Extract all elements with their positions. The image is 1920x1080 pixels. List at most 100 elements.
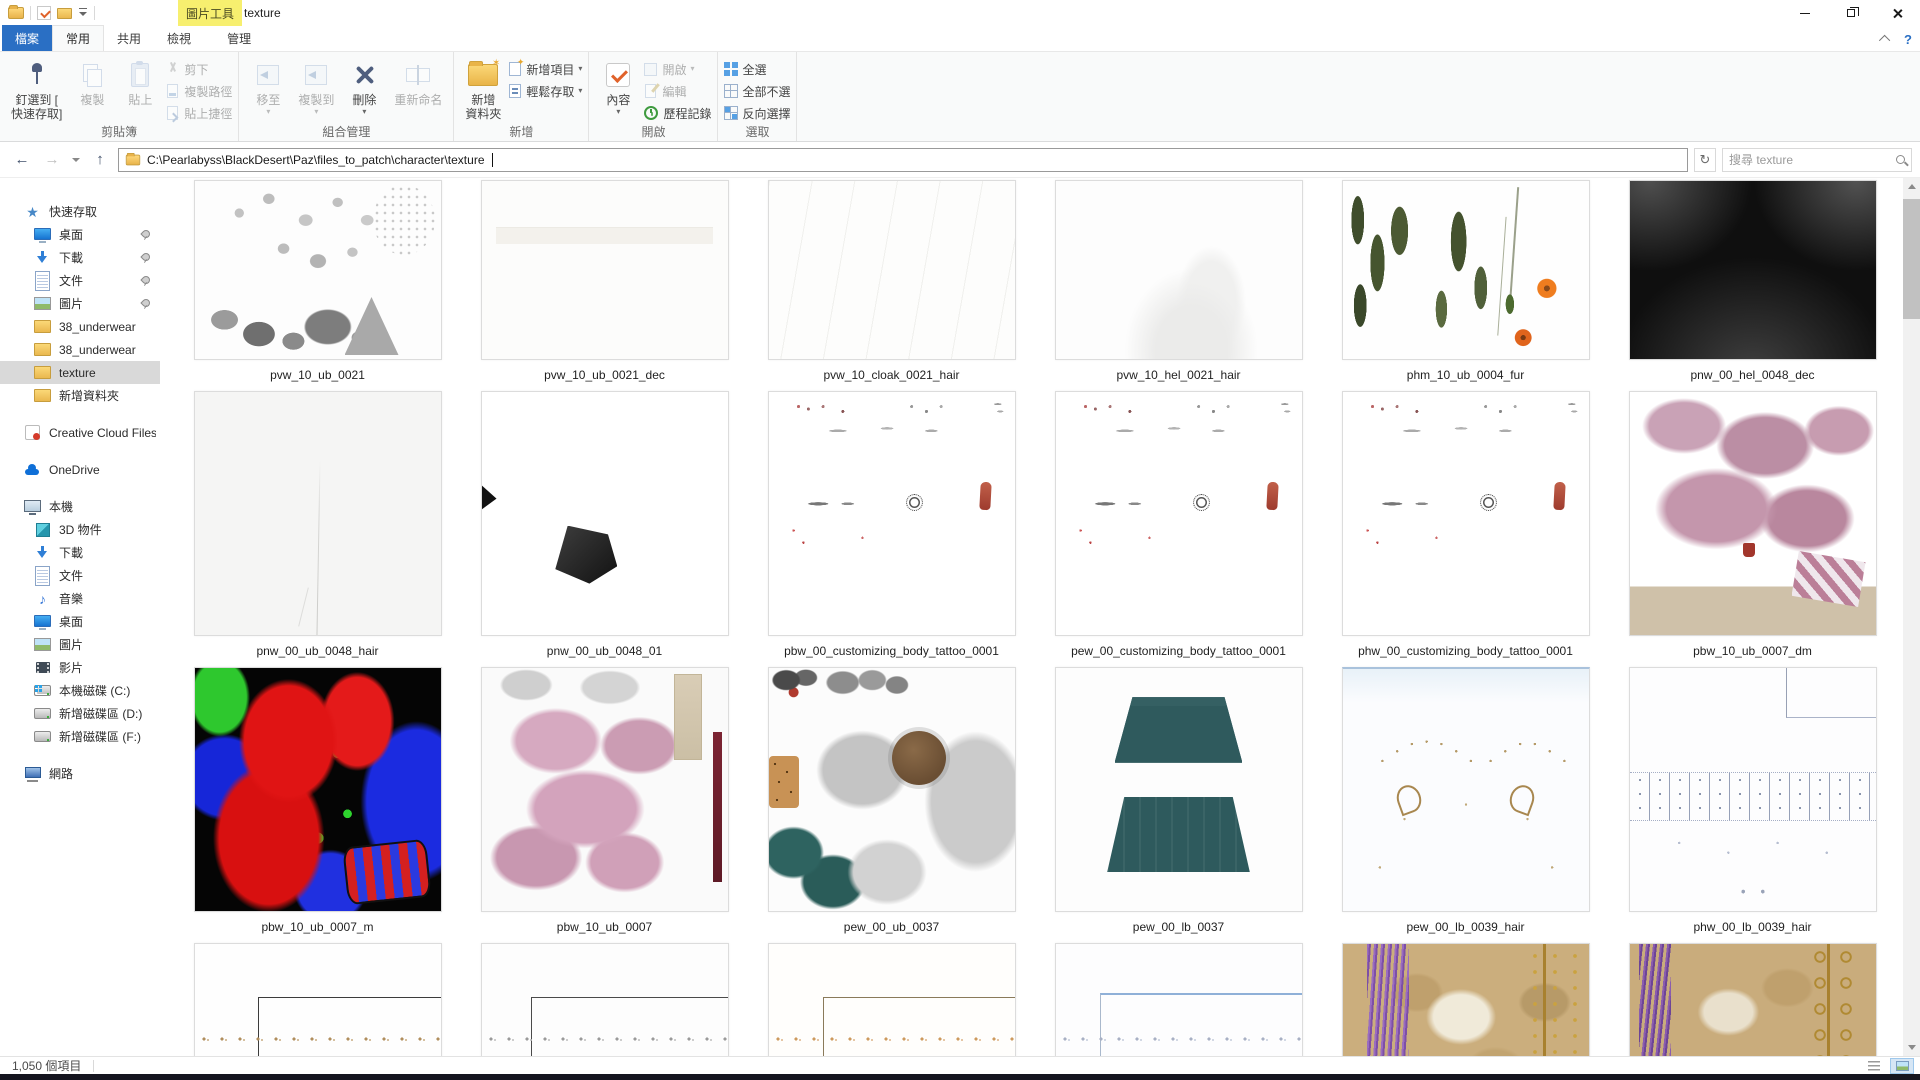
sidebar-item[interactable]: 桌面 xyxy=(0,610,160,633)
sidebar-item[interactable]: 新增資料夾 xyxy=(0,384,160,407)
copy-path-button[interactable]: 複製路徑 xyxy=(165,82,232,100)
file-item[interactable]: pnw_00_ub_0048_01 xyxy=(461,391,748,660)
sidebar-item[interactable]: 圖片 xyxy=(0,633,160,656)
rename-button[interactable]: 重新命名 xyxy=(389,56,447,110)
sidebar-item[interactable]: 38_underwear xyxy=(0,338,160,361)
pin-to-quick-access-button[interactable]: 釘選到 [快速存取] xyxy=(6,56,67,124)
file-item[interactable] xyxy=(748,943,1035,1056)
edit-button[interactable]: 編輯 xyxy=(643,82,711,100)
tab-share[interactable]: 共用 xyxy=(104,25,154,51)
sidebar-item[interactable]: 桌面 xyxy=(0,223,160,246)
file-item[interactable] xyxy=(1322,943,1609,1056)
divider xyxy=(94,6,95,20)
sidebar-item[interactable]: 網路 xyxy=(0,762,160,785)
sidebar-item[interactable]: 新增磁碟區 (D:) xyxy=(0,702,160,725)
tab-view[interactable]: 檢視 xyxy=(154,25,204,51)
file-item[interactable]: pbw_10_ub_0007 xyxy=(461,667,748,936)
cut-button[interactable]: 剪下 xyxy=(165,60,232,78)
sidebar-item[interactable]: 3D 物件 xyxy=(0,518,160,541)
file-item[interactable]: phm_10_ub_0004_fur xyxy=(1322,180,1609,384)
close-button[interactable] xyxy=(1874,0,1920,26)
file-item[interactable]: pew_00_lb_0039_hair xyxy=(1322,667,1609,936)
sidebar-item[interactable]: 38_underwear xyxy=(0,315,160,338)
file-item[interactable] xyxy=(1035,943,1322,1056)
sidebar-item[interactable]: 圖片 xyxy=(0,292,160,315)
copy-button[interactable]: 複製 xyxy=(69,56,115,110)
scrollbar-thumb[interactable] xyxy=(1903,199,1920,319)
sidebar-item[interactable]: 下載 xyxy=(0,246,160,269)
file-item[interactable]: pbw_10_ub_0007_m xyxy=(174,667,461,936)
file-item[interactable]: phw_00_customizing_body_tattoo_0001 xyxy=(1322,391,1609,660)
paste-shortcut-button[interactable]: 貼上捷徑 xyxy=(165,104,232,122)
new-folder-button[interactable]: 新增資料夾 xyxy=(460,56,506,124)
sidebar-item-label: 新增資料夾 xyxy=(59,387,156,404)
file-item[interactable]: pbw_00_customizing_body_tattoo_0001 xyxy=(748,391,1035,660)
sidebar-item[interactable]: 文件 xyxy=(0,269,160,292)
properties-qat-icon[interactable] xyxy=(37,6,51,20)
help-icon[interactable]: ? xyxy=(1904,32,1912,47)
up-button[interactable]: ↑ xyxy=(88,151,112,168)
new-item-button[interactable]: 新增項目▾ xyxy=(508,60,582,78)
file-item[interactable]: pew_00_ub_0037 xyxy=(748,667,1035,936)
tab-manage[interactable]: 管理 xyxy=(214,25,264,51)
search-icon[interactable] xyxy=(1896,155,1905,164)
new-folder-qat-icon[interactable] xyxy=(57,8,72,19)
sidebar-item[interactable]: 音樂 xyxy=(0,587,160,610)
back-button[interactable]: ← xyxy=(10,151,34,168)
customize-qat-caret-icon[interactable] xyxy=(78,8,88,18)
properties-button[interactable]: 內容 ▾ xyxy=(595,56,641,118)
file-item[interactable]: pew_00_lb_0037 xyxy=(1035,667,1322,936)
paste-button[interactable]: 貼上 xyxy=(117,56,163,110)
search-input[interactable] xyxy=(1729,153,1890,167)
sidebar-item-label: 38_underwear xyxy=(59,343,156,357)
sidebar-item[interactable]: 本機 xyxy=(0,495,160,518)
sidebar-item[interactable]: 影片 xyxy=(0,656,160,679)
select-none-button[interactable]: 全部不選 xyxy=(724,82,790,100)
file-item[interactable]: pvw_10_hel_0021_hair xyxy=(1035,180,1322,384)
sidebar-item-label: 快速存取 xyxy=(49,203,156,220)
open-button[interactable]: 開啟▾ xyxy=(643,60,711,78)
address-bar[interactable]: C:\Pearlabyss\BlackDesert\Paz\files_to_p… xyxy=(118,148,1688,172)
sidebar-item[interactable]: OneDrive xyxy=(0,458,160,481)
sidebar-item[interactable]: 新增磁碟區 (F:) xyxy=(0,725,160,748)
file-item[interactable]: pnw_00_hel_0048_dec xyxy=(1609,180,1896,384)
file-item[interactable]: pew_00_customizing_body_tattoo_0001 xyxy=(1035,391,1322,660)
select-all-button[interactable]: 全選 xyxy=(724,60,790,78)
file-item[interactable]: phw_00_lb_0039_hair xyxy=(1609,667,1896,936)
minimize-button[interactable] xyxy=(1782,0,1828,26)
delete-button[interactable]: 刪除 ▾ xyxy=(341,56,387,118)
sidebar-item[interactable]: Creative Cloud Files xyxy=(0,421,160,444)
forward-button[interactable]: → xyxy=(40,151,64,168)
sidebar-item[interactable]: 文件 xyxy=(0,564,160,587)
tab-file[interactable]: 檔案 xyxy=(2,25,52,51)
scroll-down-arrow-icon[interactable] xyxy=(1903,1039,1920,1056)
file-item[interactable] xyxy=(461,943,748,1056)
restore-button[interactable] xyxy=(1828,0,1874,26)
file-item[interactable]: pbw_10_ub_0007_dm xyxy=(1609,391,1896,660)
sidebar-item[interactable]: 下載 xyxy=(0,541,160,564)
sidebar-item[interactable]: 本機磁碟 (C:) xyxy=(0,679,160,702)
invert-selection-button[interactable]: 反向選擇 xyxy=(724,104,790,122)
move-to-button[interactable]: 移至 ▾ xyxy=(245,56,291,118)
details-view-button[interactable] xyxy=(1862,1058,1886,1074)
scroll-up-arrow-icon[interactable] xyxy=(1903,178,1920,195)
copy-to-button[interactable]: 複製到 ▾ xyxy=(293,56,339,118)
tab-home[interactable]: 常用 xyxy=(52,25,104,51)
sidebar-item[interactable]: 快速存取 xyxy=(0,200,160,223)
refresh-button[interactable]: ↻ xyxy=(1694,148,1716,172)
sidebar-item[interactable]: texture xyxy=(0,361,160,384)
vertical-scrollbar[interactable] xyxy=(1903,178,1920,1056)
scrollbar-track[interactable] xyxy=(1903,195,1920,1039)
minimize-ribbon-icon[interactable] xyxy=(1879,35,1890,46)
file-item[interactable] xyxy=(174,943,461,1056)
thumbnail-view-button[interactable] xyxy=(1890,1058,1914,1074)
pin-icon xyxy=(141,230,150,239)
easy-access-button[interactable]: 輕鬆存取▾ xyxy=(508,82,582,100)
history-button[interactable]: 歷程記錄 xyxy=(643,104,711,122)
file-item[interactable]: pnw_00_ub_0048_hair xyxy=(174,391,461,660)
file-item[interactable]: pvw_10_cloak_0021_hair xyxy=(748,180,1035,384)
recent-locations-caret-icon[interactable] xyxy=(72,158,80,162)
file-item[interactable]: pvw_10_ub_0021_dec xyxy=(461,180,748,384)
file-item[interactable]: pvw_10_ub_0021 xyxy=(174,180,461,384)
file-item[interactable] xyxy=(1609,943,1896,1056)
